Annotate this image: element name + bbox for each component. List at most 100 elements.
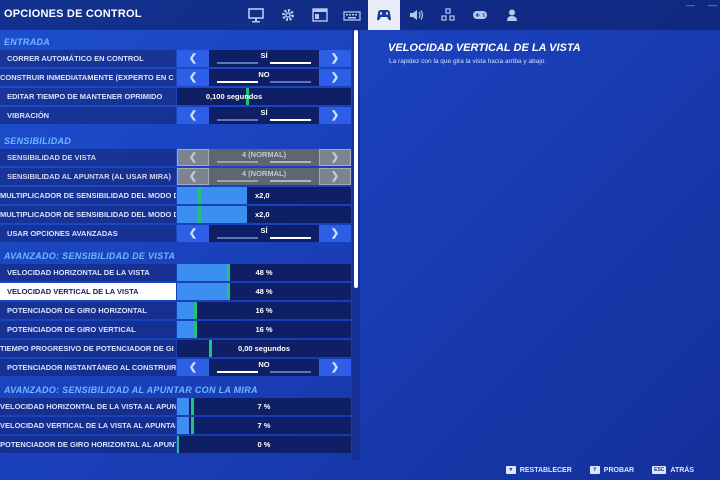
keyboard-icon[interactable] bbox=[336, 0, 368, 30]
gear-icon[interactable] bbox=[272, 0, 304, 30]
slider-value: 48 % bbox=[255, 268, 273, 277]
user-icon[interactable] bbox=[496, 0, 528, 30]
slider-value: 0,00 segundos bbox=[237, 344, 291, 353]
setting-row[interactable]: VELOCIDAD HORIZONTAL DE LA VISTA 48 % bbox=[0, 264, 352, 281]
slider-control[interactable]: 0,00 segundos bbox=[177, 340, 351, 357]
setting-row: SENSIBILIDAD AL APUNTAR (AL USAR MIRA) ❮… bbox=[0, 168, 352, 185]
setting-row[interactable]: TIEMPO PROGRESIVO DE POTENCIADOR DE GI 0… bbox=[0, 340, 352, 357]
slider-knob[interactable] bbox=[198, 206, 201, 223]
section-header: ENTRADA bbox=[4, 37, 51, 47]
slider-value: 0,100 segundos bbox=[205, 92, 263, 101]
setting-row[interactable]: USAR OPCIONES AVANZADAS ❮ SÍ ❯ bbox=[0, 225, 352, 242]
controller-settings-icon[interactable] bbox=[368, 0, 400, 30]
arrow-left-icon[interactable]: ❮ bbox=[177, 359, 209, 376]
arrow-right-icon[interactable]: ❯ bbox=[319, 359, 351, 376]
arrow-left-icon[interactable]: ❮ bbox=[177, 50, 209, 67]
setting-row[interactable]: POTENCIADOR DE GIRO VERTICAL 16 % bbox=[0, 321, 352, 338]
setting-label: VELOCIDAD HORIZONTAL DE LA VISTA AL APUN… bbox=[0, 398, 176, 415]
setting-label: VIBRACIÓN bbox=[0, 107, 176, 124]
slider-value: 7 % bbox=[257, 421, 271, 430]
setting-row[interactable]: POTENCIADOR INSTANTÁNEO AL CONSTRUIR ❮ N… bbox=[0, 359, 352, 376]
setting-label: USAR OPCIONES AVANZADAS bbox=[0, 225, 176, 242]
setting-label: POTENCIADOR DE GIRO VERTICAL bbox=[0, 321, 176, 338]
minimize-icon[interactable]: — bbox=[686, 0, 695, 10]
slider-control[interactable]: 0 % bbox=[177, 436, 351, 453]
toggle-control[interactable]: ❮ SÍ ❯ bbox=[177, 225, 351, 242]
gamepad-icon[interactable] bbox=[464, 0, 496, 30]
monitor-icon[interactable] bbox=[240, 0, 272, 30]
arrow-right-icon[interactable]: ❯ bbox=[319, 50, 351, 67]
slider-control[interactable]: x2,0 bbox=[177, 206, 351, 223]
section-header: AVANZADO: SENSIBILIDAD DE VISTA bbox=[4, 251, 176, 261]
setting-label: EDITAR TIEMPO DE MANTENER OPRIMIDO bbox=[0, 88, 176, 105]
toggle-control[interactable]: ❮ NO ❯ bbox=[177, 359, 351, 376]
toggle-control[interactable]: ❮ NO ❯ bbox=[177, 69, 351, 86]
arrow-right-icon: ❯ bbox=[319, 168, 351, 185]
toggle-control[interactable]: ❮ SÍ ❯ bbox=[177, 107, 351, 124]
back-button[interactable]: ESC ATRÁS bbox=[652, 466, 694, 474]
slider-value: 7 % bbox=[257, 402, 271, 411]
slider-knob[interactable] bbox=[198, 187, 201, 204]
slider-fill bbox=[177, 187, 247, 204]
disabled-selector: ❮ 4 (NORMAL) ❯ bbox=[177, 168, 351, 185]
slider-control[interactable]: x2,0 bbox=[177, 187, 351, 204]
setting-row[interactable]: CONSTRUIR INMEDIATAMENTE (EXPERTO EN C ❮… bbox=[0, 69, 352, 86]
setting-row[interactable]: VIBRACIÓN ❮ SÍ ❯ bbox=[0, 107, 352, 124]
slider-control[interactable]: 48 % bbox=[177, 264, 351, 281]
accessibility-icon[interactable] bbox=[432, 0, 464, 30]
arrow-left-icon[interactable]: ❮ bbox=[177, 107, 209, 124]
slider-control[interactable]: 16 % bbox=[177, 302, 351, 319]
settings-tabs bbox=[240, 0, 528, 30]
slider-control[interactable]: 16 % bbox=[177, 321, 351, 338]
back-label: ATRÁS bbox=[670, 466, 694, 474]
setting-row[interactable]: EDITAR TIEMPO DE MANTENER OPRIMIDO 0,100… bbox=[0, 88, 352, 105]
selector-value: 4 (NORMAL) bbox=[241, 150, 287, 159]
setting-row[interactable]: POTENCIADOR DE GIRO HORIZONTAL 16 % bbox=[0, 302, 352, 319]
arrow-left-icon: ❮ bbox=[177, 149, 209, 166]
close-icon[interactable]: — bbox=[708, 0, 717, 10]
slider-value: x2,0 bbox=[255, 210, 270, 219]
slider-value: 0 % bbox=[257, 440, 271, 449]
setting-label: CORRER AUTOMÁTICO EN CONTROL bbox=[0, 50, 176, 67]
arrow-right-icon[interactable]: ❯ bbox=[319, 225, 351, 242]
toggle-value: SÍ bbox=[260, 226, 268, 235]
slider-control[interactable]: 0,100 segundos bbox=[177, 88, 351, 105]
slider-value: x2,0 bbox=[255, 191, 270, 200]
section-header: SENSIBILIDAD bbox=[4, 136, 72, 146]
arrow-left-icon: ❮ bbox=[177, 168, 209, 185]
arrow-right-icon[interactable]: ❯ bbox=[319, 69, 351, 86]
setting-row[interactable]: MULTIPLICADOR DE SENSIBILIDAD DEL MODO D… bbox=[0, 187, 352, 204]
arrow-left-icon[interactable]: ❮ bbox=[177, 225, 209, 242]
setting-label: CONSTRUIR INMEDIATAMENTE (EXPERTO EN C bbox=[0, 69, 176, 86]
toggle-control[interactable]: ❮ SÍ ❯ bbox=[177, 50, 351, 67]
slider-fill bbox=[177, 206, 247, 223]
detail-description: La rapidez con la que gira la vista haci… bbox=[389, 58, 547, 65]
slider-control[interactable]: 7 % bbox=[177, 417, 351, 434]
scrollbar-thumb[interactable] bbox=[354, 30, 358, 288]
section-header: AVANZADO: SENSIBILIDAD AL APUNTAR CON LA… bbox=[4, 385, 258, 395]
arrow-right-icon[interactable]: ❯ bbox=[319, 107, 351, 124]
slider-control[interactable]: 7 % bbox=[177, 398, 351, 415]
setting-label: MULTIPLICADOR DE SENSIBILIDAD DEL MODO D bbox=[0, 206, 176, 223]
setting-label: VELOCIDAD HORIZONTAL DE LA VISTA bbox=[0, 264, 176, 281]
setting-label: VELOCIDAD VERTICAL DE LA VISTA AL APUNTA… bbox=[0, 417, 176, 434]
toggle-value: NO bbox=[258, 360, 270, 369]
reset-label: RESTABLECER bbox=[519, 466, 572, 474]
setting-row[interactable]: MULTIPLICADOR DE SENSIBILIDAD DEL MODO D… bbox=[0, 206, 352, 223]
test-button[interactable]: Y PROBAR bbox=[589, 466, 634, 474]
setting-row[interactable]: POTENCIADOR DE GIRO HORIZONTAL AL APUNT … bbox=[0, 436, 352, 453]
arrow-left-icon[interactable]: ❮ bbox=[177, 69, 209, 86]
key-hint: ESC bbox=[652, 466, 667, 474]
setting-row-selected[interactable]: VELOCIDAD VERTICAL DE LA VISTA 48 % bbox=[0, 283, 352, 300]
setting-label: POTENCIADOR INSTANTÁNEO AL CONSTRUIR bbox=[0, 359, 176, 376]
setting-row[interactable]: CORRER AUTOMÁTICO EN CONTROL ❮ SÍ ❯ bbox=[0, 50, 352, 67]
key-hint: Y bbox=[589, 466, 600, 474]
reset-button[interactable]: ▼ RESTABLECER bbox=[505, 466, 572, 474]
slider-control[interactable]: 48 % bbox=[177, 283, 351, 300]
window-icon[interactable] bbox=[304, 0, 336, 30]
arrow-right-icon: ❯ bbox=[319, 149, 351, 166]
setting-row[interactable]: VELOCIDAD VERTICAL DE LA VISTA AL APUNTA… bbox=[0, 417, 352, 434]
speaker-icon[interactable] bbox=[400, 0, 432, 30]
setting-label: MULTIPLICADOR DE SENSIBILIDAD DEL MODO D bbox=[0, 187, 176, 204]
setting-row[interactable]: VELOCIDAD HORIZONTAL DE LA VISTA AL APUN… bbox=[0, 398, 352, 415]
